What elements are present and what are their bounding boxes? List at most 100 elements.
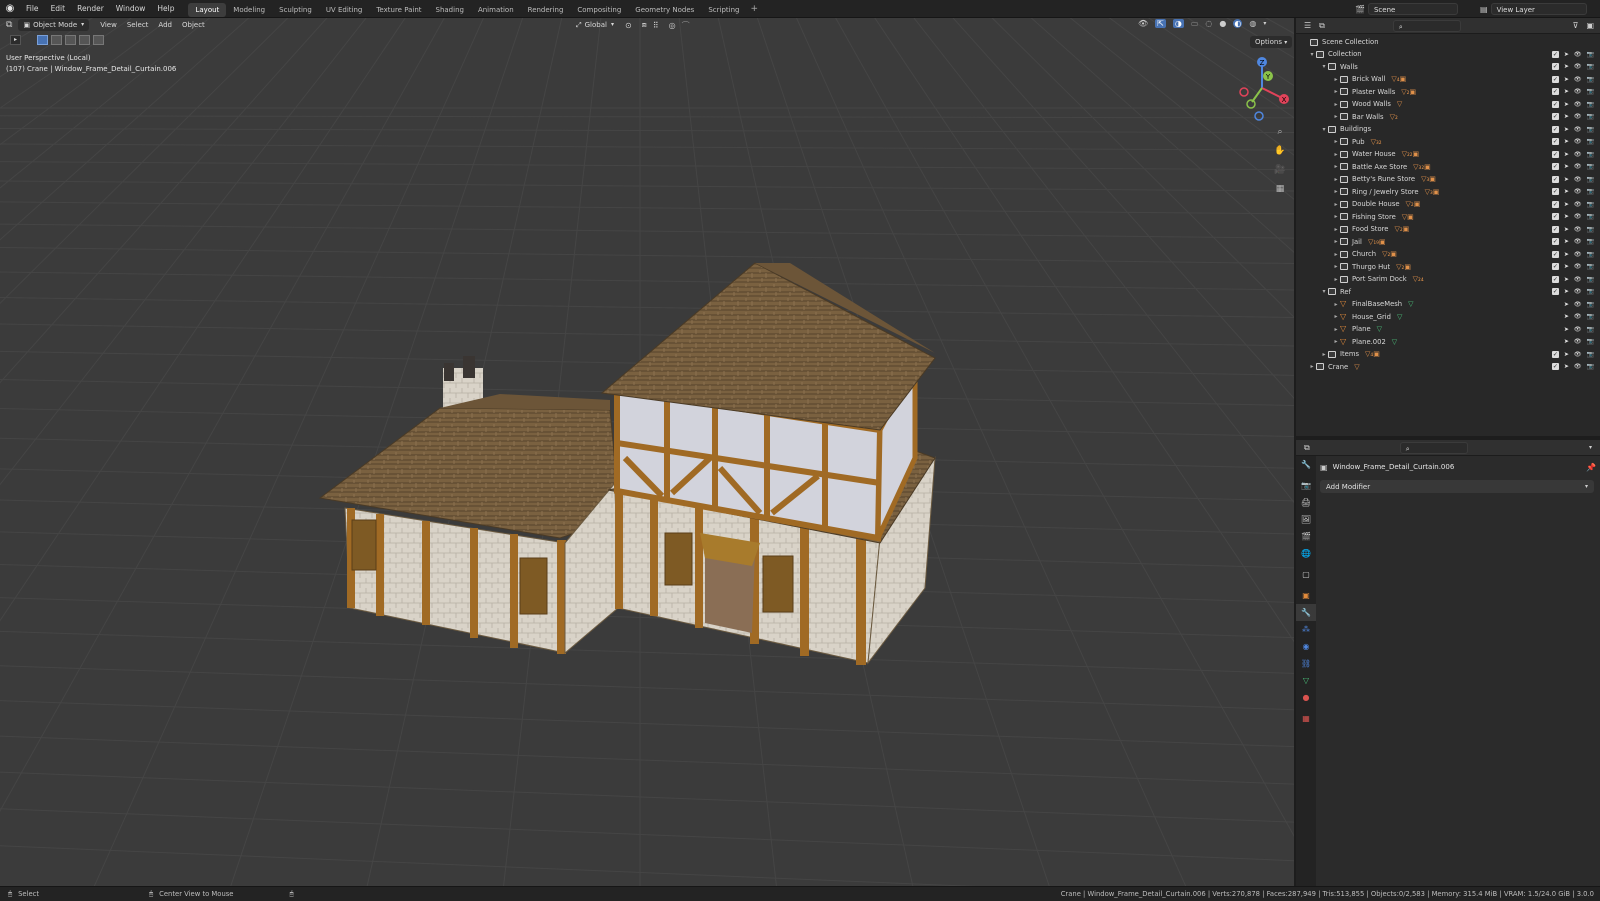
outliner-row[interactable]: ▸ Items ▽₄▣ ✓ ➤ 👁 📷 xyxy=(1296,348,1600,361)
eye-icon[interactable]: 👁 xyxy=(1574,138,1582,145)
select-arrow-icon[interactable]: ➤ xyxy=(1564,113,1569,120)
workspace-tab-texture-paint[interactable]: Texture Paint xyxy=(369,3,428,17)
transform-orientation-dropdown[interactable]: ⤢ Global ▾ xyxy=(571,19,619,31)
render-camera-icon[interactable]: 📷 xyxy=(1587,113,1594,120)
eye-icon[interactable]: 👁 xyxy=(1574,313,1582,320)
output-tab-icon[interactable]: 🖨 xyxy=(1296,494,1316,511)
expand-closed-icon[interactable]: ▸ xyxy=(1332,313,1340,320)
expand-closed-icon[interactable]: ▸ xyxy=(1332,88,1340,95)
eye-icon[interactable]: 👁 xyxy=(1574,263,1582,270)
workspace-tab-uv-editing[interactable]: UV Editing xyxy=(319,3,370,17)
render-camera-icon[interactable]: 📷 xyxy=(1587,251,1594,258)
exclude-checkbox[interactable]: ✓ xyxy=(1551,138,1559,146)
outliner-row[interactable]: ▸ ▽ FinalBaseMesh ▽ ➤ 👁 📷 xyxy=(1296,298,1600,311)
outliner-row[interactable]: ▸ Ring / Jewelry Store ▽₃▣ ✓ ➤ 👁 📷 xyxy=(1296,186,1600,199)
scene-field[interactable]: Scene xyxy=(1367,3,1458,15)
workspace-tab-shading[interactable]: Shading xyxy=(429,3,471,17)
render-camera-icon[interactable]: 📷 xyxy=(1587,326,1594,333)
outliner-row[interactable]: ▸ Wood Walls ▽ ✓ ➤ 👁 📷 xyxy=(1296,98,1600,111)
exclude-checkbox[interactable]: ✓ xyxy=(1551,350,1559,358)
eye-icon[interactable]: 👁 xyxy=(1574,276,1582,283)
select-arrow-icon[interactable]: ➤ xyxy=(1564,126,1569,133)
expand-closed-icon[interactable]: ▸ xyxy=(1332,201,1340,208)
outliner-row[interactable]: ▸ Church ▽₂▣ ✓ ➤ 👁 📷 xyxy=(1296,248,1600,261)
menu-window[interactable]: Window xyxy=(110,0,152,18)
eye-icon[interactable]: 👁 xyxy=(1574,176,1582,183)
workspace-tab-geometry-nodes[interactable]: Geometry Nodes xyxy=(628,3,701,17)
select-extend-icon[interactable] xyxy=(51,35,62,45)
render-camera-icon[interactable]: 📷 xyxy=(1587,76,1594,83)
chevron-down-icon[interactable]: ▾ xyxy=(1589,444,1592,451)
expand-closed-icon[interactable]: ▸ xyxy=(1332,163,1340,170)
workspace-tab-sculpting[interactable]: Sculpting xyxy=(272,3,319,17)
exclude-checkbox[interactable]: ✓ xyxy=(1551,238,1559,246)
select-arrow-icon[interactable]: ➤ xyxy=(1564,76,1569,83)
eye-icon[interactable]: 👁 xyxy=(1574,251,1582,258)
exclude-checkbox[interactable]: ✓ xyxy=(1551,125,1559,133)
3d-viewport[interactable]: ⧉ ▣ Object Mode ▾ View Select Add Object ⤢ … xyxy=(0,18,1294,886)
exclude-checkbox[interactable]: ✓ xyxy=(1551,75,1559,83)
outliner-row[interactable]: ▸ Brick Wall ▽₄▣ ✓ ➤ 👁 📷 xyxy=(1296,73,1600,86)
outliner-search-input[interactable]: ⌕ xyxy=(1392,19,1461,32)
eye-icon[interactable]: 👁 xyxy=(1574,351,1582,358)
proportional-edit-icon[interactable]: ◎ xyxy=(669,21,676,30)
exclude-checkbox[interactable]: ✓ xyxy=(1551,363,1559,371)
outliner-row[interactable]: ▸ Crane ▽ ✓ ➤ 👁 📷 xyxy=(1296,361,1600,374)
eye-icon[interactable]: 👁 xyxy=(1574,238,1582,245)
navigation-gizmo[interactable]: Z X Y xyxy=(1232,54,1292,124)
properties-editor-icon[interactable]: ⧉ xyxy=(1304,443,1310,453)
xray-icon[interactable]: ▭ xyxy=(1191,19,1199,28)
select-arrow-icon[interactable]: ➤ xyxy=(1564,288,1569,295)
render-camera-icon[interactable]: 📷 xyxy=(1587,351,1594,358)
falloff-icon[interactable]: ⌒ xyxy=(682,20,690,31)
select-arrow-icon[interactable]: ➤ xyxy=(1564,301,1569,308)
expand-closed-icon[interactable]: ▸ xyxy=(1332,263,1340,270)
exclude-checkbox[interactable]: ✓ xyxy=(1551,63,1559,71)
snap-target-icon[interactable]: ⠿ xyxy=(653,21,659,30)
blender-logo-icon[interactable]: ◉ xyxy=(0,3,20,14)
render-camera-icon[interactable]: 📷 xyxy=(1587,288,1594,295)
render-camera-icon[interactable]: 📷 xyxy=(1587,226,1594,233)
exclude-checkbox[interactable]: ✓ xyxy=(1551,175,1559,183)
render-camera-icon[interactable]: 📷 xyxy=(1587,201,1594,208)
pin-icon[interactable]: 📌 xyxy=(1586,463,1596,472)
outliner-row[interactable]: ▸ Water House ▽₂₂▣ ✓ ➤ 👁 📷 xyxy=(1296,148,1600,161)
exclude-checkbox[interactable]: ✓ xyxy=(1551,288,1559,296)
expand-closed-icon[interactable]: ▸ xyxy=(1332,251,1340,258)
eye-icon[interactable]: 👁 xyxy=(1574,338,1582,345)
render-camera-icon[interactable]: 📷 xyxy=(1587,313,1594,320)
select-arrow-icon[interactable]: ➤ xyxy=(1564,151,1569,158)
expand-closed-icon[interactable]: ▸ xyxy=(1332,76,1340,83)
eye-icon[interactable]: 👁 xyxy=(1574,226,1582,233)
zoom-icon[interactable]: ⌕ xyxy=(1272,124,1288,140)
modifier-tab-icon[interactable]: 🔧 xyxy=(1296,604,1316,621)
eye-icon[interactable]: 👁 xyxy=(1574,326,1582,333)
viewport-menu-view[interactable]: View xyxy=(95,19,122,31)
material-tab-icon[interactable]: ● xyxy=(1296,689,1316,706)
visibility-icon[interactable]: 👁 xyxy=(1138,19,1148,28)
select-arrow-icon[interactable]: ➤ xyxy=(1564,88,1569,95)
select-invert-icon[interactable] xyxy=(79,35,90,45)
outliner-row[interactable]: ▸ ▽ Plane.002 ▽ ➤ 👁 📷 xyxy=(1296,336,1600,349)
eye-icon[interactable]: 👁 xyxy=(1574,113,1582,120)
expand-open-icon[interactable]: ▾ xyxy=(1320,126,1328,133)
render-camera-icon[interactable]: 📷 xyxy=(1587,126,1594,133)
outliner-row[interactable]: ▸ Plaster Walls ▽₂▣ ✓ ➤ 👁 📷 xyxy=(1296,86,1600,99)
exclude-checkbox[interactable]: ✓ xyxy=(1551,150,1559,158)
view-layer-field[interactable]: View Layer xyxy=(1490,3,1587,15)
camera-view-icon[interactable]: 🎥 xyxy=(1272,162,1288,178)
particles-tab-icon[interactable]: ⁂ xyxy=(1296,621,1316,638)
outliner-row[interactable]: ▸ Jail ▽₁₉▣ ✓ ➤ 👁 📷 xyxy=(1296,236,1600,249)
render-camera-icon[interactable]: 📷 xyxy=(1587,238,1594,245)
collection-tab-icon[interactable]: ▢ xyxy=(1296,566,1316,583)
eye-icon[interactable]: 👁 xyxy=(1574,101,1582,108)
render-camera-icon[interactable]: 📷 xyxy=(1587,176,1594,183)
eye-icon[interactable]: 👁 xyxy=(1574,76,1582,83)
exclude-checkbox[interactable]: ✓ xyxy=(1551,113,1559,121)
select-arrow-icon[interactable]: ➤ xyxy=(1564,188,1569,195)
render-tab-icon[interactable]: 📷 xyxy=(1296,477,1316,494)
scene-collection-row[interactable]: Scene Collection xyxy=(1296,36,1600,49)
select-arrow-icon[interactable]: ➤ xyxy=(1564,138,1569,145)
add-workspace-button[interactable]: + xyxy=(750,4,758,14)
eye-icon[interactable]: 👁 xyxy=(1574,51,1582,58)
